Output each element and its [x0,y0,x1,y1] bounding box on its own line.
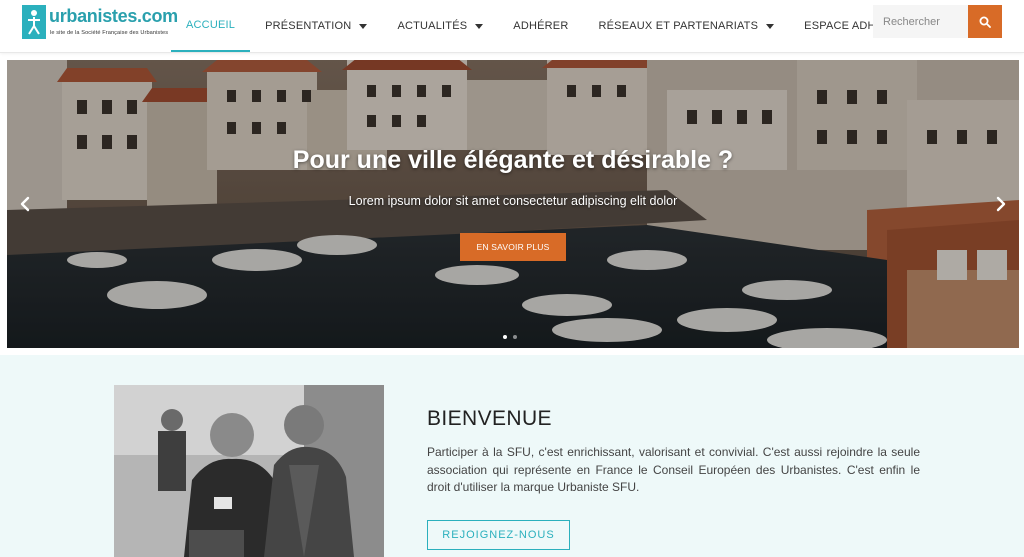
slider-dot[interactable] [513,335,517,339]
site-logo[interactable]: urbanistes.com le site de la Société Fra… [22,5,178,43]
search-icon [979,16,991,28]
nav-item-label: ADHÉRER [513,20,569,32]
search-button[interactable] [968,5,1002,38]
nav-item-label: ACCUEIL [186,19,236,31]
welcome-title: BIENVENUE [427,407,552,430]
welcome-section: BIENVENUE Participer à la SFU, c'est enr… [0,355,1024,557]
nav-item-label: RÉSEAUX ET PARTENARIATS [598,20,759,32]
nav-item-label: PRÉSENTATION [265,20,352,32]
chevron-right-icon [996,196,1006,212]
hero-title: Pour une ville élégante et désirable ? [292,146,734,174]
slider-prev-button[interactable] [17,194,33,214]
site-header: urbanistes.com le site de la Société Fra… [0,0,1024,53]
nav-item-label: ACTUALITÉS [397,20,468,32]
nav-item-presentation[interactable]: PRÉSENTATION [250,0,382,52]
nav-item-actualites[interactable]: ACTUALITÉS [382,0,498,52]
nav-item-accueil[interactable]: ACCUEIL [171,0,251,52]
join-us-button[interactable]: REJOIGNEZ-NOUS [427,520,570,550]
nav-item-reseaux[interactable]: RÉSEAUX ET PARTENARIATS [583,0,789,52]
slider-pagination [503,335,517,339]
nav-item-adherer[interactable]: ADHÉRER [498,0,583,52]
hero-subtitle: Lorem ipsum dolor sit amet consectetur a… [348,194,678,208]
hero-slider: Pour une ville élégante et désirable ? L… [7,60,1019,348]
main-nav: ACCUEIL PRÉSENTATION ACTUALITÉS ADHÉRER … [171,0,945,52]
caret-down-icon [359,23,368,29]
logo-tagline: le site de la Société Française des Urba… [50,30,169,36]
welcome-photo [114,385,384,557]
slider-next-button[interactable] [993,194,1009,214]
slider-dot[interactable] [503,335,507,339]
search-form [873,5,1002,38]
caret-down-icon [766,23,775,29]
chevron-left-icon [20,196,30,212]
logo-mark-icon [22,5,46,39]
logo-brand-text: urbanistes.com [49,6,178,26]
welcome-text: Participer à la SFU, c'est enrichissant,… [427,445,920,494]
search-input[interactable] [873,5,968,38]
caret-down-icon [475,23,484,29]
hero-learn-more-button[interactable]: EN SAVOIR PLUS [460,233,566,261]
